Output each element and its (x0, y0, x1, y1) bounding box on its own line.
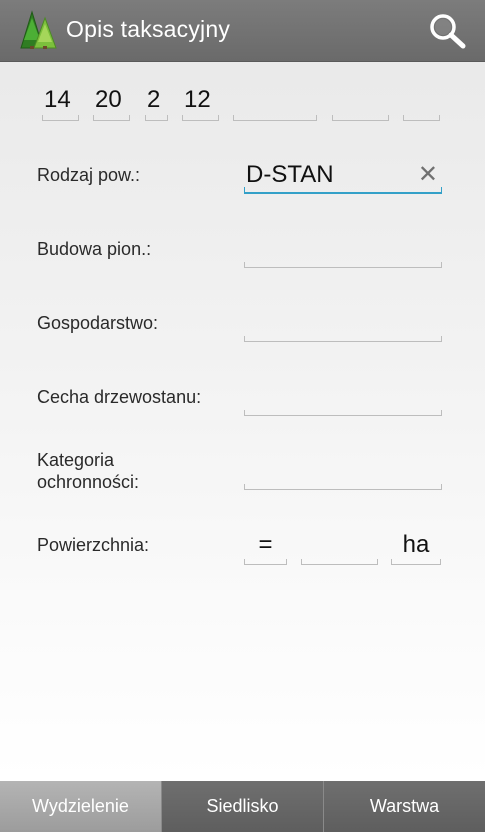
tab-siedlisko[interactable]: Siedlisko (161, 781, 323, 832)
kategoria-label-line2: ochronności: (37, 472, 140, 492)
code-field-6[interactable] (332, 84, 389, 121)
tab-wydzielenie[interactable]: Wydzielenie (0, 781, 161, 832)
code-field-7[interactable] (403, 84, 440, 121)
powierzchnia-unit[interactable]: ha (391, 529, 441, 565)
code-field-4[interactable]: 12 (182, 84, 219, 121)
budowa-input[interactable] (244, 232, 442, 268)
code-field-3[interactable]: 2 (145, 84, 168, 121)
rodzaj-input[interactable]: D-STAN ✕ (244, 158, 442, 194)
kategoria-label: Kategoria ochronności: (37, 449, 139, 493)
code-field-2[interactable]: 20 (93, 84, 130, 121)
powierzchnia-label: Powierzchnia: (37, 535, 150, 555)
powierzchnia-operator[interactable]: = (244, 529, 287, 565)
gospodarstwo-label: Gospodarstwo: (37, 313, 159, 333)
code-field-1[interactable]: 14 (42, 84, 79, 121)
page-title: Opis taksacyjny (66, 16, 231, 42)
code-field-5[interactable] (233, 84, 317, 121)
app-bar: Opis taksacyjny (0, 0, 485, 62)
tab-bar: Wydzielenie Siedlisko Warstwa (0, 781, 485, 832)
tab-warstwa[interactable]: Warstwa (323, 781, 485, 832)
kategoria-label-line1: Kategoria (37, 450, 115, 470)
gospodarstwo-input[interactable] (244, 306, 442, 342)
budowa-label: Budowa pion.: (37, 239, 152, 259)
search-icon[interactable] (428, 12, 468, 50)
powierzchnia-input[interactable] (301, 529, 378, 565)
cecha-label: Cecha drzewostanu: (37, 387, 202, 407)
forest-trees-icon (20, 10, 57, 49)
rodzaj-value: D-STAN (246, 161, 334, 188)
rodzaj-label: Rodzaj pow.: (37, 165, 141, 185)
close-icon[interactable]: ✕ (418, 158, 438, 192)
kategoria-input[interactable] (244, 454, 442, 490)
cecha-input[interactable] (244, 380, 442, 416)
